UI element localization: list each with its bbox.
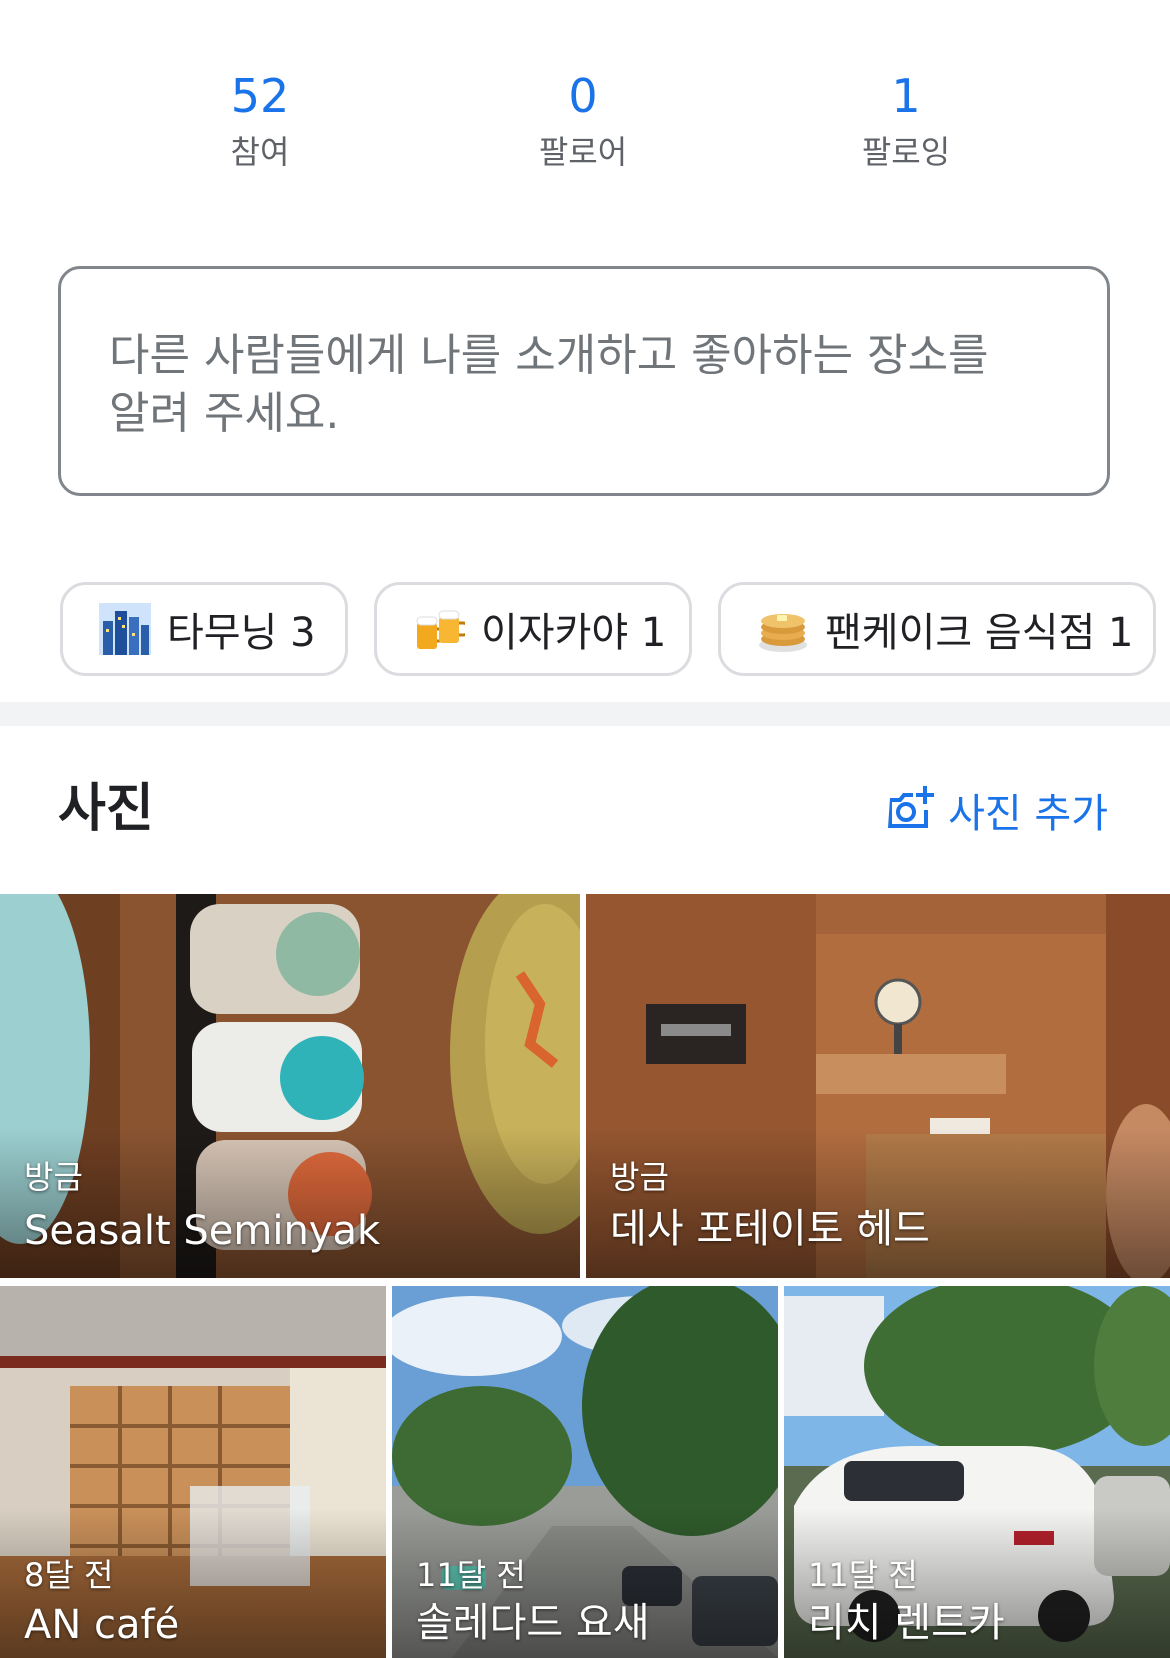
stat-value: 52 bbox=[230, 69, 290, 123]
pancakes-icon bbox=[757, 603, 809, 655]
stat-followers[interactable]: 0 팔로어 bbox=[463, 60, 703, 172]
photo-place: Seasalt Seminyak bbox=[24, 1208, 381, 1254]
photo-tile[interactable]: 방금 데사 포테이토 헤드 bbox=[586, 894, 1170, 1278]
photo-tile[interactable]: 8달 전 AN café bbox=[0, 1286, 386, 1658]
stat-label: 팔로잉 bbox=[861, 133, 951, 171]
intro-placeholder-line2: 알려 주세요. bbox=[109, 388, 340, 439]
intro-placeholder-line1: 다른 사람들에게 나를 소개하고 좋아하는 장소를 bbox=[109, 330, 989, 381]
photo-tile[interactable]: 방금 Seasalt Seminyak bbox=[0, 894, 580, 1278]
photo-place: 데사 포테이토 헤드 bbox=[610, 1206, 930, 1252]
photo-time: 방금 bbox=[610, 1158, 669, 1196]
interest-chips: 타무닝 3 이자카야 1 팬케이크 음식점 1 bbox=[0, 582, 1170, 678]
stat-label: 참여 bbox=[230, 133, 290, 171]
photo-time: 방금 bbox=[24, 1158, 83, 1196]
stat-following[interactable]: 1 팔로잉 bbox=[786, 60, 1026, 172]
chip-label: 팬케이크 음식점 1 bbox=[825, 610, 1134, 656]
cityscape-icon bbox=[99, 603, 151, 655]
stat-contributions[interactable]: 52 참여 bbox=[140, 60, 380, 172]
photo-place: AN café bbox=[24, 1602, 180, 1648]
section-divider bbox=[0, 702, 1170, 726]
chip-tamuning[interactable]: 타무닝 3 bbox=[60, 582, 348, 676]
photo-tile[interactable]: 11달 전 솔레다드 요새 bbox=[392, 1286, 778, 1658]
add-photo-button[interactable]: 사진 추가 bbox=[886, 780, 1108, 840]
chip-pancake-restaurant[interactable]: 팬케이크 음식점 1 bbox=[718, 582, 1156, 676]
chip-label: 타무닝 3 bbox=[167, 610, 316, 656]
tile-shade bbox=[0, 1128, 580, 1278]
photo-time: 8달 전 bbox=[24, 1556, 114, 1594]
photo-tile[interactable]: 11달 전 리치 렌트카 bbox=[784, 1286, 1170, 1658]
beer-mugs-icon bbox=[413, 603, 471, 655]
profile-stats: 52 참여 0 팔로어 1 팔로잉 bbox=[0, 60, 1170, 180]
chip-izakaya[interactable]: 이자카야 1 bbox=[374, 582, 692, 676]
photo-place: 리치 렌트카 bbox=[808, 1600, 1005, 1646]
stat-value: 0 bbox=[568, 69, 598, 123]
chip-label: 이자카야 1 bbox=[481, 610, 667, 656]
intro-input[interactable]: 다른 사람들에게 나를 소개하고 좋아하는 장소를 알려 주세요. bbox=[58, 266, 1110, 496]
photos-section-title: 사진 bbox=[58, 779, 154, 839]
stat-value: 1 bbox=[891, 69, 921, 123]
add-photo-camera-icon bbox=[886, 786, 935, 834]
stat-label: 팔로어 bbox=[538, 133, 628, 171]
add-photo-label: 사진 추가 bbox=[948, 791, 1108, 837]
photo-place: 솔레다드 요새 bbox=[416, 1600, 650, 1646]
